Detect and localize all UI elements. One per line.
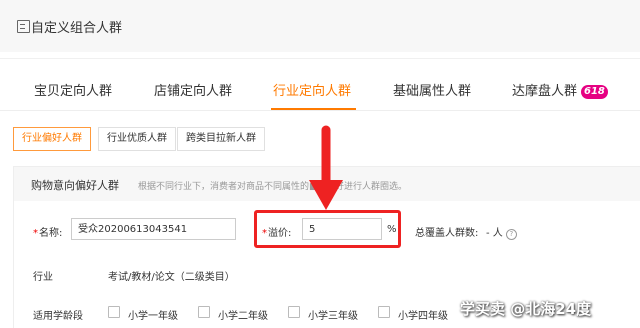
section-title: 购物意向偏好人群 bbox=[31, 179, 119, 192]
annotation-highlight-box bbox=[254, 210, 401, 248]
section-description: 根据不同行业下，消费者对商品不同属性的■■偏好进行人群圈选。 bbox=[138, 182, 408, 192]
grade-option-2: 小学二年级 bbox=[218, 311, 268, 322]
tab-industry-audience[interactable]: 行业定向人群 bbox=[273, 80, 351, 99]
industry-value: 考试/教材/论文（二级类目） bbox=[108, 272, 235, 283]
grade-checkbox-2[interactable] bbox=[198, 306, 210, 318]
promo-badge: 618 bbox=[581, 85, 608, 99]
tab-basic-attribute-audience[interactable]: 基础属性人群 bbox=[393, 80, 471, 99]
title-bar: 自定义组合人群 bbox=[0, 0, 640, 52]
tabs-divider bbox=[0, 110, 640, 111]
grade-option-1: 小学一年级 bbox=[128, 311, 178, 322]
subtab-industry-preference[interactable]: 行业偏好人群 bbox=[13, 127, 91, 151]
tab-item-audience[interactable]: 宝贝定向人群 bbox=[34, 80, 112, 99]
tab-damopan-label: 达摩盘人群 bbox=[512, 84, 578, 99]
subtab-cross-category[interactable]: 跨类目拉新人群 bbox=[177, 127, 265, 151]
grade-option-4: 小学四年级 bbox=[398, 311, 448, 322]
watermark: 学买卖 @北海24度 bbox=[460, 300, 592, 318]
tab-shop-audience[interactable]: 店铺定向人群 bbox=[154, 80, 232, 99]
page-title: 自定义组合人群 bbox=[31, 21, 123, 36]
header-divider bbox=[0, 58, 640, 59]
grade-label: 适用学龄段 bbox=[33, 311, 83, 322]
section-header: 购物意向偏好人群 根据不同行业下，消费者对商品不同属性的■■偏好进行人群圈选。 bbox=[14, 167, 640, 201]
grade-checkbox-3[interactable] bbox=[288, 306, 300, 318]
subtab-industry-quality[interactable]: 行业优质人群 bbox=[98, 127, 176, 151]
audience-tabs: 宝贝定向人群 店铺定向人群 行业定向人群 基础属性人群 达摩盘人群 618 bbox=[0, 66, 640, 110]
window-icon bbox=[17, 20, 30, 33]
coverage-label: 总覆盖人群数: bbox=[415, 228, 479, 239]
tab-damopan-audience[interactable]: 达摩盘人群 618 bbox=[512, 80, 608, 99]
grade-option-3: 小学三年级 bbox=[308, 311, 358, 322]
name-input[interactable]: 受众20200613043541 bbox=[71, 218, 236, 240]
help-icon[interactable]: ? bbox=[505, 229, 517, 240]
grade-checkbox-4[interactable] bbox=[378, 306, 390, 318]
name-label: *名称: bbox=[33, 228, 63, 239]
grade-checkbox-1[interactable] bbox=[108, 306, 120, 318]
coverage-value: - 人? bbox=[486, 224, 517, 240]
industry-label: 行业 bbox=[33, 272, 53, 283]
